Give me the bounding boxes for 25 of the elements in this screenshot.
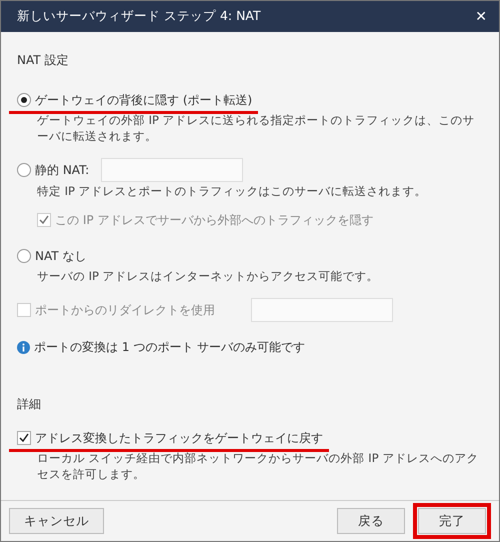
option-label: NAT なし: [35, 248, 86, 264]
info-text: ポートの変換は 1 つのポート サーバのみ可能です: [34, 338, 306, 356]
option-label: 静的 NAT:: [35, 162, 90, 178]
window-title: 新しいサーバウィザード ステップ 4: NAT: [17, 8, 261, 25]
dialog-button[interactable]: 戻る: [337, 508, 405, 534]
option-label: アドレス変換したトラフィックをゲートウェイに戻す: [35, 430, 323, 446]
section-heading: 詳細: [17, 396, 42, 413]
radio-button[interactable]: [17, 163, 31, 177]
option-label: この IP アドレスでサーバから外部へのトラフィックを隠す: [55, 212, 374, 228]
close-button[interactable]: ✕: [475, 8, 487, 24]
info-icon: [17, 340, 30, 354]
dialog-button[interactable]: 完了: [418, 508, 486, 534]
option-label: ポートからのリダイレクトを使用: [35, 302, 215, 318]
input-field[interactable]: [251, 298, 393, 322]
section-heading: NAT 設定: [17, 52, 70, 69]
checkbox[interactable]: [17, 431, 31, 445]
dialog-button[interactable]: キャンセル: [9, 508, 104, 534]
option-description: ゲートウェイの外部 IP アドレスに送られる指定ポートのトラフィックは、このサーバに転送されます。: [36, 112, 476, 144]
radio-button[interactable]: [17, 93, 31, 107]
option-description: 特定 IP アドレスとポートのトラフィックはこのサーバに転送されます。: [36, 183, 428, 199]
input-field[interactable]: [101, 158, 244, 182]
radio-button[interactable]: [17, 249, 31, 263]
option-label: ゲートウェイの背後に隠す (ポート転送): [35, 92, 252, 108]
option-description: ローカル スイッチ経由で内部ネットワークからサーバの外部 IP アドレスへのアクセスを許可します。: [36, 450, 480, 482]
option-description: サーバの IP アドレスはインターネットからアクセス可能です。: [36, 268, 380, 284]
